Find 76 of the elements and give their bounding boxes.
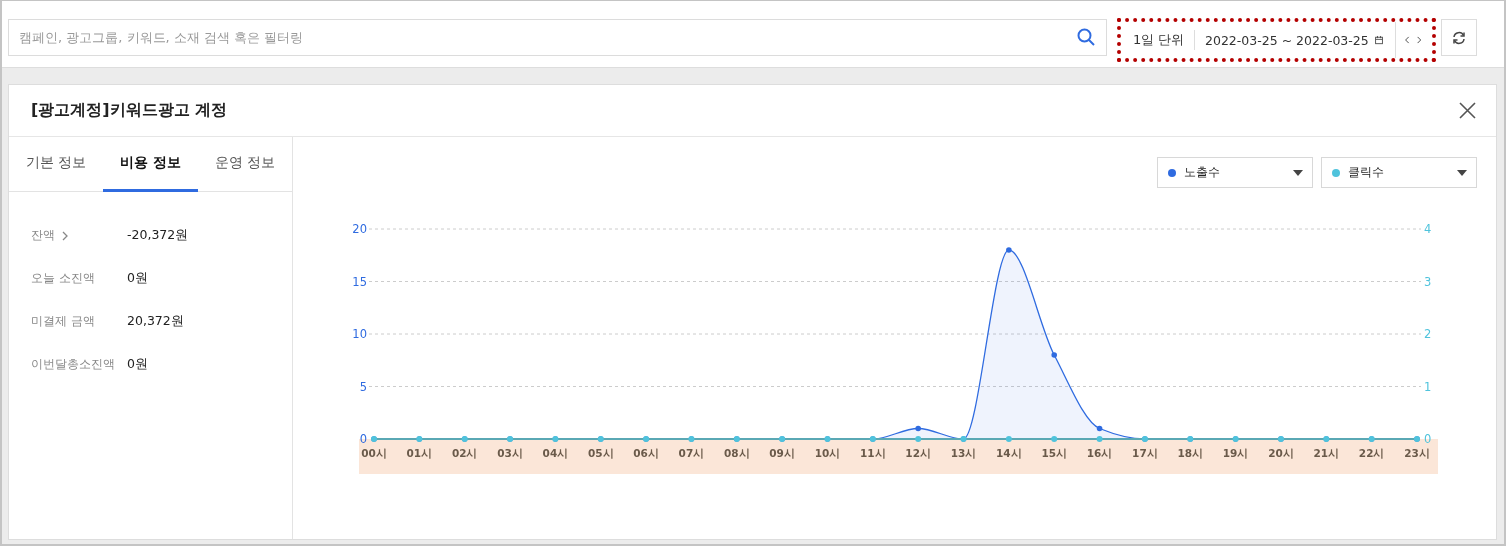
data-point (643, 436, 650, 442)
axis-label: 17시 (1132, 447, 1158, 459)
data-point (1277, 436, 1284, 442)
axis-label: 04시 (542, 447, 569, 459)
axis-label: 09시 (769, 447, 795, 459)
axis-label: 15 (352, 274, 367, 289)
axis-label: 07시 (678, 447, 705, 459)
axis-label: 2 (1424, 327, 1432, 341)
axis-label: 0 (1424, 432, 1432, 446)
info-value: 0원 (127, 270, 148, 287)
axis-label: 10시 (814, 447, 841, 459)
axis-label: 01시 (406, 447, 433, 459)
axis-label: 23시 (1404, 447, 1430, 459)
data-point (779, 436, 786, 442)
info-label: 오늘 소진액 (31, 270, 95, 287)
axis-label: 08시 (723, 447, 750, 459)
axis-label: 1 (1424, 379, 1432, 394)
chevron-right-icon[interactable] (62, 230, 68, 241)
axis-label: 05시 (587, 447, 614, 459)
axis-label: 00시 (361, 447, 387, 459)
panel-title: [광고계정]키워드광고 계정 (31, 100, 228, 121)
search-icon[interactable] (1077, 28, 1095, 46)
data-point (1096, 436, 1103, 442)
info-label: 미결제 금액 (31, 313, 95, 330)
refresh-icon (1452, 30, 1466, 45)
data-point (507, 436, 514, 442)
axis-label: 22시 (1358, 447, 1385, 459)
previous-icon[interactable] (1405, 34, 1410, 46)
tab[interactable]: 운영 정보 (197, 137, 292, 192)
info-label: 잔액 (31, 227, 55, 244)
info-label: 이번달총소진액 (31, 356, 115, 373)
axis-label: 14시 (996, 447, 1022, 459)
tab[interactable]: 기본 정보 (9, 137, 104, 192)
data-point (1006, 247, 1012, 253)
info-value: -20,372원 (127, 227, 189, 244)
axis-label: 11시 (860, 447, 886, 459)
axis-label: 21시 (1313, 447, 1340, 459)
refresh-button[interactable] (1441, 19, 1477, 56)
axis-label: 10 (352, 327, 367, 341)
axis-label: 20 (352, 222, 367, 236)
axis-label: 06시 (633, 447, 659, 459)
axis-label: 13시 (950, 447, 977, 459)
tab[interactable]: 비용 정보 (103, 137, 198, 192)
axis-label: 12시 (905, 447, 931, 459)
axis-label: 03시 (497, 447, 523, 459)
data-point (1141, 436, 1148, 442)
search-field[interactable]: 캠페인, 광고그룹, 키워드, 소재 검색 혹은 필터링 (8, 19, 1107, 56)
data-point (733, 436, 740, 442)
data-point (1005, 436, 1012, 442)
axis-label: 0 (359, 432, 367, 446)
unit-dropdown[interactable]: 1일 단위 (1133, 31, 1185, 49)
axis-label: 15시 (1041, 447, 1068, 459)
data-point (1051, 436, 1058, 442)
calendar-icon[interactable] (1374, 33, 1383, 47)
metric-dropdown[interactable]: 클릭수 (1321, 157, 1477, 188)
date-range-field[interactable]: 2022-03-25 ~ 2022-03-25 (1205, 32, 1369, 48)
data-point (1051, 352, 1057, 358)
metric-dropdown[interactable]: 노출수 (1157, 157, 1313, 188)
close-icon[interactable] (1459, 102, 1476, 119)
axis-label: 19시 (1222, 447, 1249, 459)
data-point (915, 436, 922, 442)
axis-label: 3 (1424, 274, 1432, 289)
caret-icon (1293, 169, 1303, 176)
caret-icon (1457, 169, 1467, 176)
data-point (915, 425, 921, 432)
info-value: 0원 (127, 356, 148, 373)
axis-label: 20시 (1268, 447, 1294, 459)
data-point (869, 436, 876, 442)
axis-label: 4 (1424, 222, 1432, 236)
axis-label: 02시 (451, 447, 478, 459)
axis-label: 16시 (1086, 447, 1113, 459)
axis-label: 18시 (1177, 447, 1204, 459)
axis-label: 5 (359, 379, 367, 394)
data-point (1096, 425, 1103, 432)
next-icon[interactable] (1416, 34, 1421, 46)
info-value: 20,372원 (127, 313, 184, 330)
